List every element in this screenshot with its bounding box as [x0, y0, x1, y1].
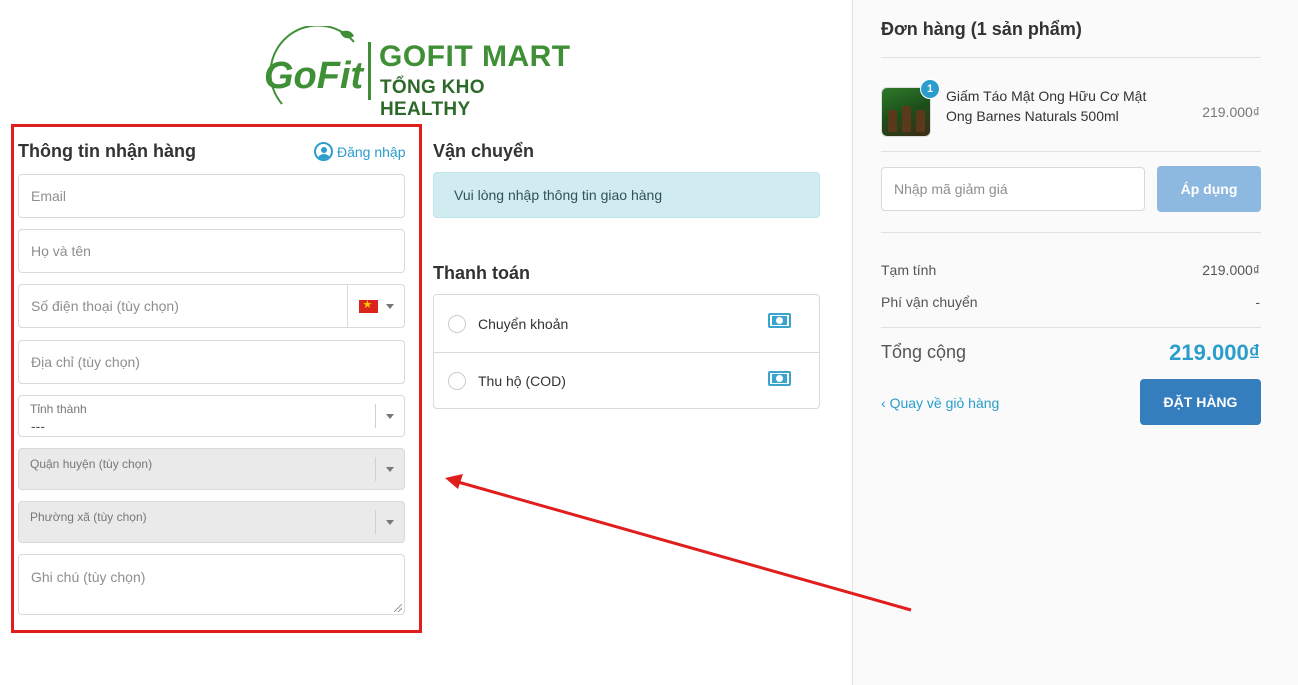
gofit-logo-mark: GoFit	[264, 24, 365, 105]
total-label: Tổng cộng	[881, 342, 967, 362]
payment-title: Thanh toán	[433, 263, 530, 283]
bottle-graphic	[916, 110, 925, 132]
product-thumbnail: 1	[881, 79, 940, 137]
subtotal-value: 219.000₫	[1202, 262, 1260, 278]
phone-field-wrapper	[18, 284, 405, 328]
back-to-cart-label: Quay về giỏ hàng	[889, 395, 1000, 411]
ward-dropdown-toggle[interactable]	[375, 510, 404, 534]
user-icon	[314, 142, 333, 161]
divider	[881, 327, 1261, 328]
quantity-badge: 1	[920, 79, 940, 99]
payment-option-cod[interactable]: Thu hộ (COD)	[434, 352, 819, 409]
back-to-cart-link[interactable]: ‹ Quay về giỏ hàng	[881, 395, 999, 411]
chevron-down-icon	[385, 303, 394, 309]
name-field[interactable]	[19, 230, 404, 272]
product-name: Giấm Táo Mật Ong Hữu Cơ Mật Ong Barnes N…	[946, 88, 1147, 124]
total-value: 219.000₫	[1169, 340, 1260, 365]
subtotal-label: Tạm tính	[881, 262, 937, 278]
discount-code-wrapper	[881, 167, 1145, 211]
payment-methods: Chuyển khoản Thu hộ (COD)	[433, 294, 820, 409]
resize-grip-icon[interactable]	[394, 604, 402, 612]
province-select[interactable]: Tỉnh thành ---	[18, 395, 405, 437]
radio-button[interactable]	[448, 372, 466, 390]
login-link[interactable]: Đăng nhập	[314, 142, 406, 161]
email-field-wrapper	[18, 174, 405, 218]
logo-tagline: TỔNG KHO HEALTHY	[380, 77, 485, 120]
store-logo[interactable]: GoFit GOFIT MART TỔNG KHO HEALTHY	[262, 24, 574, 120]
bottle-graphic	[902, 106, 911, 132]
chevron-down-icon	[386, 519, 394, 525]
shipping-fee-label: Phí vận chuyển	[881, 294, 978, 310]
cash-icon	[768, 313, 791, 328]
email-field[interactable]	[19, 175, 404, 217]
province-label: Tỉnh thành	[30, 402, 87, 416]
bottle-graphic	[888, 110, 897, 132]
shipping-title: Vận chuyển	[433, 141, 535, 161]
product-price: 219.000₫	[1202, 104, 1260, 120]
note-field[interactable]	[19, 555, 404, 614]
divider	[881, 232, 1261, 233]
order-title: Đơn hàng (1 sản phẩm)	[881, 19, 1082, 39]
apply-discount-button[interactable]: Áp dụng	[1157, 166, 1261, 212]
chevron-down-icon	[386, 466, 394, 472]
country-code-select[interactable]	[347, 285, 404, 327]
district-label: Quận huyện (tùy chọn)	[30, 457, 153, 471]
discount-code-input[interactable]	[882, 168, 1144, 210]
shipping-fee-value: -	[1255, 294, 1260, 310]
logo-divider	[368, 42, 371, 100]
address-field[interactable]	[19, 341, 404, 383]
address-field-wrapper	[18, 340, 405, 384]
logo-brand-name: GOFIT MART	[379, 40, 571, 73]
place-order-button[interactable]: ĐẶT HÀNG	[1140, 379, 1261, 425]
customer-info-title: Thông tin nhận hàng	[18, 141, 196, 161]
phone-field[interactable]	[19, 285, 347, 327]
district-dropdown-toggle[interactable]	[375, 457, 404, 481]
order-summary-sidebar: Đơn hàng (1 sản phẩm) 1 Giấm Táo Mật Ong…	[852, 0, 1298, 685]
vietnam-flag-icon	[358, 298, 378, 313]
logo-mark-text: GoFit	[264, 55, 365, 97]
ward-select[interactable]: Phường xã (tùy chọn)	[18, 501, 405, 543]
radio-button[interactable]	[448, 314, 466, 333]
divider	[881, 151, 1261, 152]
payment-option-label: Thu hộ (COD)	[478, 373, 566, 389]
chevron-down-icon	[386, 413, 394, 419]
ward-label: Phường xã (tùy chọn)	[30, 510, 147, 524]
chevron-left-icon: ‹	[881, 395, 890, 411]
divider	[881, 57, 1261, 58]
shipping-notice: Vui lòng nhập thông tin giao hàng	[433, 172, 820, 218]
name-field-wrapper	[18, 229, 405, 273]
note-field-wrapper	[18, 554, 405, 615]
cash-icon	[768, 371, 791, 386]
login-label: Đăng nhập	[337, 143, 406, 160]
payment-option-label: Chuyển khoản	[478, 315, 569, 332]
province-dropdown-toggle[interactable]	[375, 404, 404, 428]
district-select[interactable]: Quận huyện (tùy chọn)	[18, 448, 405, 490]
province-value: ---	[31, 418, 45, 434]
payment-option-transfer[interactable]: Chuyển khoản	[434, 295, 819, 352]
